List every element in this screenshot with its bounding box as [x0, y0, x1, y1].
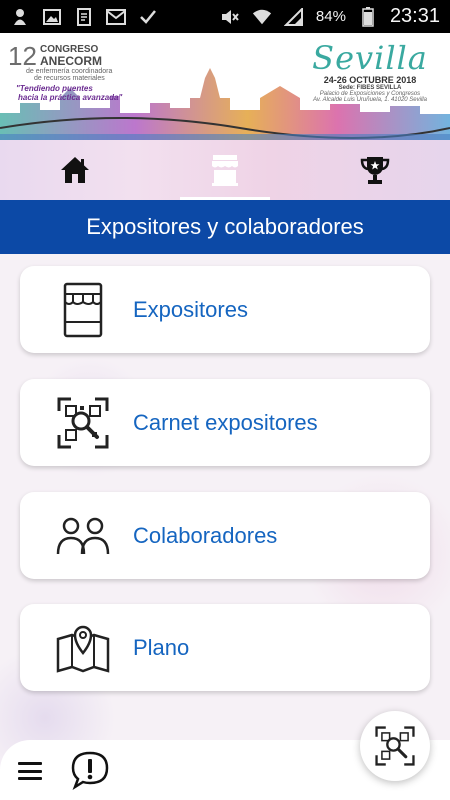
people-icon — [53, 506, 113, 566]
congress-banner: 12 CONGRESO ANECORM de enfermería coordi… — [0, 33, 450, 140]
menu-item-colaboradores[interactable]: Colaboradores — [20, 492, 430, 579]
event-info: Sevilla 24-26 OCTUBRE 2018 Sede: FIBES S… — [300, 39, 440, 103]
menu-item-plano[interactable]: Plano — [20, 604, 430, 691]
menu-item-expositores[interactable]: Expositores — [20, 266, 430, 353]
city-name: Sevilla — [312, 39, 428, 77]
page-title: Expositores y colaboradores — [86, 214, 364, 239]
menu-item-label: Colaboradores — [133, 522, 278, 548]
venue-line3: Av. Alcalde Luis Uruñuela, 1. 41020 Sevi… — [313, 97, 427, 103]
menu-item-label: Expositores — [133, 296, 248, 322]
home-icon — [61, 157, 89, 183]
qr-scan-fab-button[interactable] — [360, 711, 430, 781]
clock: 23:31 — [389, 5, 440, 27]
check-icon — [138, 8, 158, 26]
congress-sub2: de recursos materiales — [34, 75, 105, 82]
qr-scan-icon — [53, 393, 113, 453]
image-icon — [42, 8, 62, 26]
battery-icon — [358, 6, 378, 27]
mute-icon — [220, 8, 240, 26]
top-tab-bar — [0, 140, 450, 200]
congress-sub1: de enfermería coordinadora — [26, 68, 113, 75]
tab-store[interactable] — [150, 140, 300, 200]
qr-scan-icon — [375, 726, 415, 766]
wifi-icon — [252, 8, 272, 26]
section-header: Expositores y colaboradores — [0, 200, 450, 254]
tab-home[interactable] — [0, 140, 150, 200]
signal-icon — [283, 7, 304, 26]
slogan-line2: hacia la práctica avanzada" — [18, 93, 123, 102]
alert-bubble-icon[interactable] — [70, 750, 110, 790]
document-icon — [74, 7, 94, 26]
status-bar: 84% 23:31 — [0, 0, 450, 33]
status-system: 84% 23:31 — [220, 5, 440, 28]
congress-line2: ANECORM — [40, 54, 102, 68]
menu-item-label: Carnet expositores — [133, 409, 318, 435]
status-notifications — [10, 7, 158, 26]
tab-awards[interactable] — [300, 140, 450, 200]
menu-item-label: Plano — [133, 634, 190, 660]
menu-item-carnet-expositores[interactable]: Carnet expositores — [20, 379, 430, 466]
store-icon — [53, 280, 113, 340]
notification-person-icon — [10, 8, 30, 26]
mail-icon — [106, 8, 126, 26]
trophy-icon — [360, 157, 390, 184]
map-pin-icon — [53, 618, 113, 678]
store-icon — [212, 155, 238, 186]
slogan-line1: "Tendiendo puentes — [16, 84, 93, 93]
menu-hamburger-icon[interactable] — [18, 762, 42, 780]
battery-percent: 84% — [315, 8, 346, 25]
